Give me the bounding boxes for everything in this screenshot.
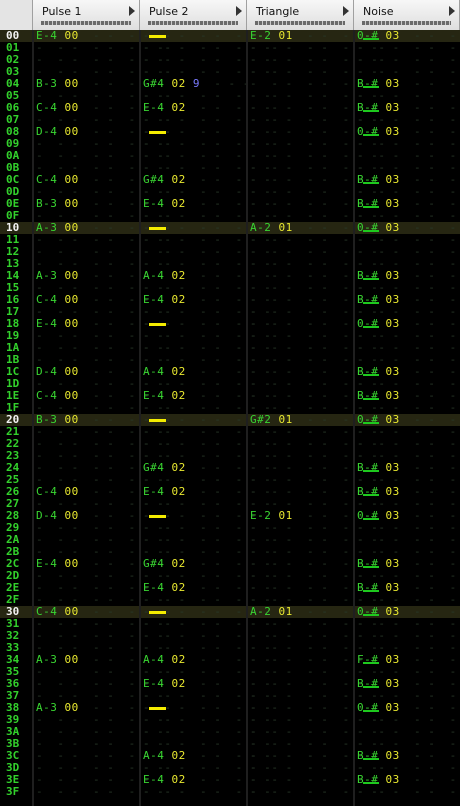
noise-bar [363,134,379,136]
noise-bar [363,302,379,304]
header-corner [0,0,33,30]
row-number: 3F [6,785,20,798]
volume-meter [362,21,451,25]
note-cut-marker [149,515,166,518]
volume-meter [41,21,131,25]
note-cut-marker [149,227,166,230]
pattern-row[interactable]: 3F - - - - - - - -- - - - - - - -- - - - … [0,786,460,798]
noise-bar [363,758,379,760]
channel-header-triangle[interactable]: Triangle [247,0,354,30]
expand-arrow-icon[interactable] [129,6,135,16]
noise-bar [363,518,379,520]
expand-arrow-icon[interactable] [449,6,455,16]
noise-bar [363,470,379,472]
volume-meter [255,21,345,25]
note-cut-marker [149,131,166,134]
channel-header-pulse1[interactable]: Pulse 1 [33,0,140,30]
noise-bar [363,206,379,208]
noise-bar [363,398,379,400]
noise-bar [363,230,379,232]
expand-arrow-icon[interactable] [236,6,242,16]
channel-name-pulse1: Pulse 1 [42,5,82,18]
column-divider [32,30,34,806]
empty-cell[interactable]: - - - - - - - - [357,786,460,798]
noise-bar [363,38,379,40]
noise-bar [363,494,379,496]
note-cut-marker [149,611,166,614]
channel-header-noise[interactable]: Noise [354,0,460,30]
column-divider [353,30,355,806]
column-divider [139,30,141,806]
channel-name-pulse2: Pulse 2 [149,5,189,18]
volume-meter [148,21,238,25]
noise-bar [363,278,379,280]
noise-bar [363,326,379,328]
noise-bar [363,86,379,88]
channel-header-pulse2[interactable]: Pulse 2 [140,0,247,30]
note-cut-marker [149,323,166,326]
note-cut-marker [149,419,166,422]
noise-bar [363,422,379,424]
noise-bar [363,182,379,184]
channel-name-noise: Noise [363,5,394,18]
noise-bar [363,614,379,616]
channel-header: Pulse 1 Pulse 2 Triangle Noise [0,0,460,30]
noise-bar [363,110,379,112]
note-cut-marker [149,707,166,710]
noise-bar [363,710,379,712]
note-cut-marker [149,35,166,38]
noise-bar [363,566,379,568]
pattern-editor[interactable]: 00 E-4 00 - - - - -- - - - - - - - E-2 01 … [0,30,460,806]
noise-bar [363,662,379,664]
noise-bar [363,374,379,376]
expand-arrow-icon[interactable] [343,6,349,16]
channel-name-triangle: Triangle [256,5,300,18]
noise-bar [363,590,379,592]
column-divider [246,30,248,806]
noise-bar [363,782,379,784]
noise-bar [363,686,379,688]
